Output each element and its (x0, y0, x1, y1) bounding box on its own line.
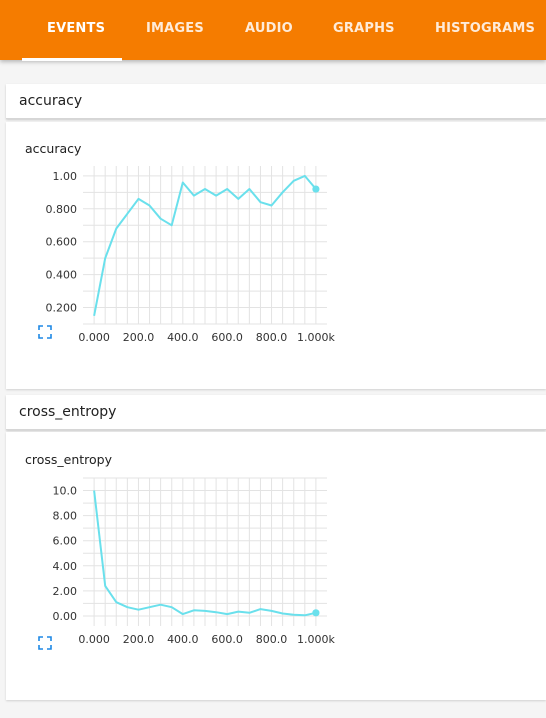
fullscreen-expand-icon[interactable] (38, 325, 52, 339)
x-tick-label: 400.0 (167, 331, 199, 344)
y-tick-label: 0.600 (46, 236, 78, 249)
top-nav-bar: EVENTS IMAGES AUDIO GRAPHS HISTOGRAMS (0, 0, 546, 61)
x-tick-label: 1.000k (297, 633, 335, 646)
x-tick-label: 600.0 (211, 331, 243, 344)
x-tick-label: 800.0 (256, 331, 288, 344)
y-tick-label: 2.00 (53, 585, 78, 598)
accuracy-chart: 0.200 0.400 0.600 0.800 1.00 0.000 200.0 400.0 6… (38, 166, 335, 344)
y-tick-label: 0.800 (46, 203, 78, 216)
tab-images[interactable]: IMAGES (146, 0, 204, 60)
y-tick-label: 4.00 (53, 560, 78, 573)
x-tick-label: 600.0 (211, 633, 243, 646)
x-tick-label: 0.000 (78, 633, 110, 646)
y-tick-label: 6.00 (53, 535, 78, 548)
cross-entropy-card-body: cross_entropy 0.00 2.00 4.00 6.00 8.00 10.0 0.… (6, 432, 546, 700)
cross-entropy-card-header[interactable]: cross_entropy (6, 395, 546, 430)
tab-graphs[interactable]: GRAPHS (333, 0, 395, 60)
y-tick-label: 8.00 (53, 510, 78, 523)
accuracy-card-body: accuracy 0.200 0.400 0.600 0.800 1.00 0.000 20… (6, 122, 546, 389)
y-tick-label: 10.0 (53, 485, 78, 498)
x-tick-label: 400.0 (167, 633, 199, 646)
accuracy-card-header[interactable]: accuracy (6, 84, 546, 119)
active-tab-indicator (22, 58, 122, 61)
x-tick-label: 200.0 (123, 633, 155, 646)
x-tick-label: 0.000 (78, 331, 110, 344)
y-tick-label: 0.00 (53, 610, 78, 623)
y-tick-label: 0.200 (46, 302, 78, 315)
tab-histograms[interactable]: HISTOGRAMS (435, 0, 535, 60)
last-point-marker (312, 185, 320, 193)
tab-audio[interactable]: AUDIO (245, 0, 293, 60)
y-tick-label: 0.400 (46, 269, 78, 282)
y-tick-label: 1.00 (53, 170, 78, 183)
x-tick-label: 200.0 (123, 331, 155, 344)
fullscreen-expand-icon[interactable] (38, 636, 52, 650)
cross-entropy-chart: 0.00 2.00 4.00 6.00 8.00 10.0 0.000 200.0 400.0 6… (38, 477, 335, 650)
x-tick-label: 1.000k (297, 331, 335, 344)
last-point-marker (312, 609, 320, 617)
x-tick-label: 800.0 (256, 633, 288, 646)
tab-events[interactable]: EVENTS (47, 0, 105, 60)
